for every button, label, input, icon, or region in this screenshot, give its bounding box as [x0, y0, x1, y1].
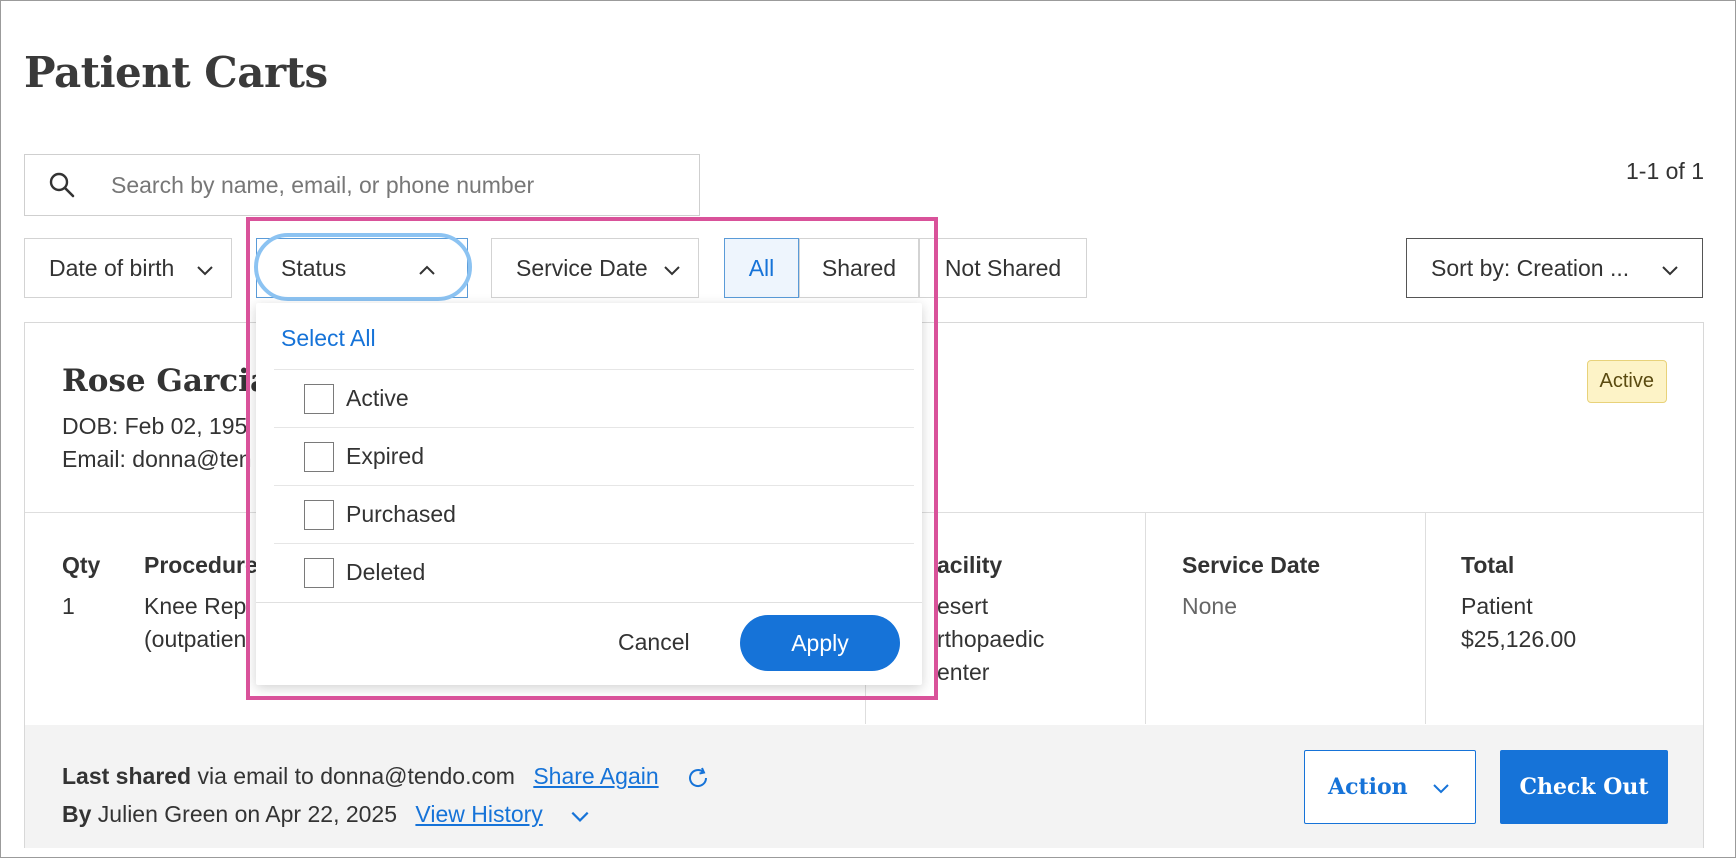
page-title: Patient Carts	[24, 48, 328, 97]
cell-total: Patient $25,126.00	[1461, 590, 1576, 656]
shared-by-label: By	[62, 801, 92, 827]
status-option-label: Purchased	[346, 501, 456, 527]
chevron-down-icon	[195, 259, 215, 279]
toggle-all[interactable]: All	[724, 238, 799, 298]
last-shared-detail: via email to donna@tendo.com	[191, 763, 515, 789]
last-shared-line: Last shared via email to donna@tendo.com…	[62, 763, 711, 791]
column-header-facility: acility	[937, 552, 1003, 578]
procedure-line: Knee Repl	[144, 593, 252, 619]
cancel-button[interactable]: Cancel	[618, 629, 690, 656]
action-button-label: Action	[1328, 774, 1408, 800]
status-filter-label: Status	[281, 254, 347, 281]
cart-footer: Last shared via email to donna@tendo.com…	[25, 725, 1703, 848]
check-out-button[interactable]: Check Out	[1500, 750, 1668, 824]
chevron-down-icon	[662, 259, 682, 279]
cell-service-date: None	[1182, 593, 1237, 619]
shared-by-detail: Julien Green on Apr 22, 2025	[91, 801, 398, 827]
service-date-filter[interactable]: Service Date	[491, 238, 699, 298]
search-input[interactable]	[111, 171, 671, 199]
checkbox[interactable]	[304, 499, 334, 530]
dropdown-footer-divider	[256, 602, 922, 603]
last-shared-label: Last shared	[62, 763, 192, 789]
share-status-toggle: All Shared Not Shared	[724, 238, 1087, 298]
status-option-purchased[interactable]: Purchased	[274, 485, 914, 543]
refresh-icon[interactable]	[685, 765, 711, 791]
cell-qty: 1	[62, 593, 75, 619]
column-separator	[1145, 513, 1146, 724]
chevron-down-icon	[1660, 259, 1680, 279]
view-history-link[interactable]: View History	[415, 801, 542, 827]
date-of-birth-filter[interactable]: Date of birth	[24, 238, 232, 298]
column-header-qty: Qty	[62, 552, 101, 578]
select-all-link[interactable]: Select All	[281, 325, 376, 352]
checkbox[interactable]	[304, 441, 334, 472]
apply-button[interactable]: Apply	[740, 615, 900, 671]
total-value: $25,126.00	[1461, 626, 1577, 652]
service-date-filter-label: Service Date	[516, 254, 648, 281]
chevron-down-icon	[1431, 778, 1451, 798]
facility-line: enter	[937, 659, 990, 685]
toggle-not-shared[interactable]: Not Shared	[919, 238, 1087, 298]
column-header-procedure: Procedure	[144, 552, 258, 578]
shared-by-line: By Julien Green on Apr 22, 2025 View His…	[62, 801, 591, 828]
share-again-link[interactable]: Share Again	[533, 763, 658, 789]
column-header-total: Total	[1461, 552, 1515, 578]
procedure-line: (outpatien	[144, 626, 247, 652]
status-filter[interactable]: Status	[256, 238, 468, 298]
checkbox[interactable]	[304, 383, 334, 414]
search-box[interactable]	[24, 154, 700, 216]
cell-facility: esert rthopaedic enter	[937, 590, 1044, 689]
sort-dropdown[interactable]: Sort by: Creation ...	[1406, 238, 1703, 298]
chevron-up-icon	[417, 259, 437, 279]
facility-line: esert	[937, 593, 989, 619]
status-option-active[interactable]: Active	[274, 369, 914, 427]
facility-line: rthopaedic	[937, 626, 1045, 652]
status-dropdown-menu: Select All Active Expired Purchased Dele…	[256, 303, 922, 685]
search-icon	[47, 170, 77, 200]
column-separator	[1425, 513, 1426, 724]
column-header-service-date: Service Date	[1182, 552, 1321, 578]
checkbox[interactable]	[304, 557, 334, 588]
patient-dob: DOB: Feb 02, 195	[62, 413, 248, 439]
status-badge: Active	[1586, 360, 1667, 403]
status-option-expired[interactable]: Expired	[274, 427, 914, 485]
patient-name: Rose Garcia	[62, 363, 271, 399]
date-of-birth-filter-label: Date of birth	[49, 254, 175, 281]
status-option-deleted[interactable]: Deleted	[274, 543, 914, 601]
action-button[interactable]: Action	[1304, 750, 1476, 824]
status-option-label: Active	[346, 385, 409, 411]
cell-procedure: Knee Repl (outpatien	[144, 590, 251, 656]
sort-dropdown-label: Sort by: Creation ...	[1431, 254, 1630, 281]
status-option-label: Expired	[346, 443, 424, 469]
patient-email: Email: donna@ten	[62, 446, 252, 472]
status-option-label: Deleted	[346, 559, 426, 585]
chevron-down-icon[interactable]	[569, 805, 591, 827]
total-label: Patient	[1461, 593, 1533, 619]
toggle-shared[interactable]: Shared	[799, 238, 919, 298]
pagination-count: 1-1 of 1	[1626, 158, 1704, 184]
